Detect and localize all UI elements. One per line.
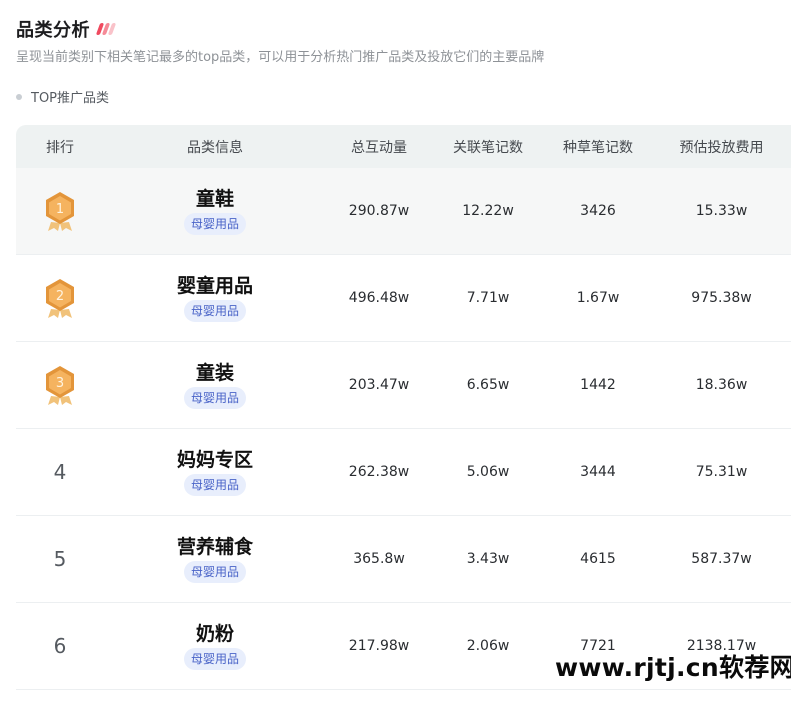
cost-value: 975.38w [691,290,752,306]
grass-notes-value: 1.67w [576,290,620,306]
grass-notes-value: 3444 [580,464,616,480]
interaction-value: 262.38w [348,464,410,480]
category-info: 童鞋 母婴用品 [104,187,326,235]
category-info: 奶粉 母婴用品 [104,622,326,670]
col-interaction-header[interactable]: 总互动量 [326,137,432,157]
page-title: 品类分析 [16,20,90,41]
category-info: 童装 母婴用品 [104,361,326,409]
category-tag: 母婴用品 [183,648,246,670]
interaction-value: 290.87w [348,203,410,219]
cost-value: 587.37w [691,551,752,567]
table-row[interactable]: 5 营养辅食 母婴用品 365.8w 3.43w 4615 587.37w [16,516,791,603]
watermark-text: www.rjtj.cn软荐网 [555,653,791,682]
rank-number: 5 [53,547,67,571]
category-name[interactable]: 奶粉 [196,622,234,646]
category-tag: 母婴用品 [183,387,246,409]
grass-notes-value: 3426 [580,203,616,219]
page-subtitle: 呈现当前类别下相关笔记最多的top品类，可以用于分析热门推广品类及投放它们的主要… [16,50,545,65]
category-table: 排行 品类信息 总互动量 关联笔记数 种草笔记数 预估投放费用 1 童鞋 母婴用… [16,125,791,690]
medal-bronze-icon: 3 [46,366,74,405]
grass-notes-value: 1442 [580,377,616,393]
notes-value: 5.06w [466,464,510,480]
category-name[interactable]: 童装 [196,361,234,385]
rank-cell: 5 [16,547,104,571]
medal-silver-icon: 2 [46,279,74,318]
category-tag: 母婴用品 [183,213,246,235]
title-row: 品类分析 [16,16,117,42]
col-grass-notes-header[interactable]: 种草笔记数 [544,137,652,157]
rank-cell: 3 [16,364,104,406]
table-row[interactable]: 3 童装 母婴用品 203.47w 6.65w 1442 18.36w [16,342,791,429]
category-tag: 母婴用品 [183,300,246,322]
header: 品类分析 [16,16,117,42]
interaction-value: 217.98w [348,638,410,654]
category-info: 婴童用品 母婴用品 [104,274,326,322]
interaction-value: 365.8w [353,551,405,567]
col-cost-header[interactable]: 预估投放费用 [652,137,791,157]
rank-cell: 2 [16,277,104,319]
category-tag: 母婴用品 [183,474,246,496]
cost-value: 15.33w [695,203,748,219]
notes-value: 6.65w [466,377,510,393]
col-notes-header[interactable]: 关联笔记数 [432,137,544,157]
svg-text:1: 1 [56,202,64,217]
section-label: TOP推广品类 [16,87,109,106]
cost-value: 75.31w [695,464,748,480]
interaction-value: 496.48w [348,290,410,306]
col-info-header: 品类信息 [187,139,243,156]
category-name[interactable]: 妈妈专区 [177,448,253,472]
col-rank-header: 排行 [46,139,74,156]
category-tag: 母婴用品 [183,561,246,583]
rank-number: 4 [53,460,67,484]
notes-value: 3.43w [466,551,510,567]
interaction-value: 203.47w [348,377,410,393]
category-info: 妈妈专区 母婴用品 [104,448,326,496]
notes-value: 2.06w [466,638,510,654]
table-row[interactable]: 1 童鞋 母婴用品 290.87w 12.22w 3426 15.33w [16,168,791,255]
notes-value: 7.71w [466,290,510,306]
grass-notes-value: 4615 [580,551,616,567]
table-row[interactable]: 2 婴童用品 母婴用品 496.48w 7.71w 1.67w 975.38w [16,255,791,342]
bullet-dot-icon [16,93,22,100]
rank-cell: 6 [16,634,104,658]
category-name[interactable]: 婴童用品 [177,274,253,298]
category-name[interactable]: 营养辅食 [177,535,253,559]
category-name[interactable]: 童鞋 [196,187,234,211]
title-accent-icon [95,22,117,36]
cost-value: 18.36w [695,377,748,393]
rank-cell: 4 [16,460,104,484]
rank-cell: 1 [16,190,104,232]
table-header: 排行 品类信息 总互动量 关联笔记数 种草笔记数 预估投放费用 [16,125,791,168]
table-row[interactable]: 4 妈妈专区 母婴用品 262.38w 5.06w 3444 75.31w [16,429,791,516]
section-label-text: TOP推广品类 [31,91,110,106]
svg-text:3: 3 [56,376,64,391]
category-info: 营养辅食 母婴用品 [104,535,326,583]
notes-value: 12.22w [462,203,514,219]
rank-number: 6 [53,634,67,658]
medal-gold-icon: 1 [46,192,74,231]
svg-text:2: 2 [56,289,64,304]
